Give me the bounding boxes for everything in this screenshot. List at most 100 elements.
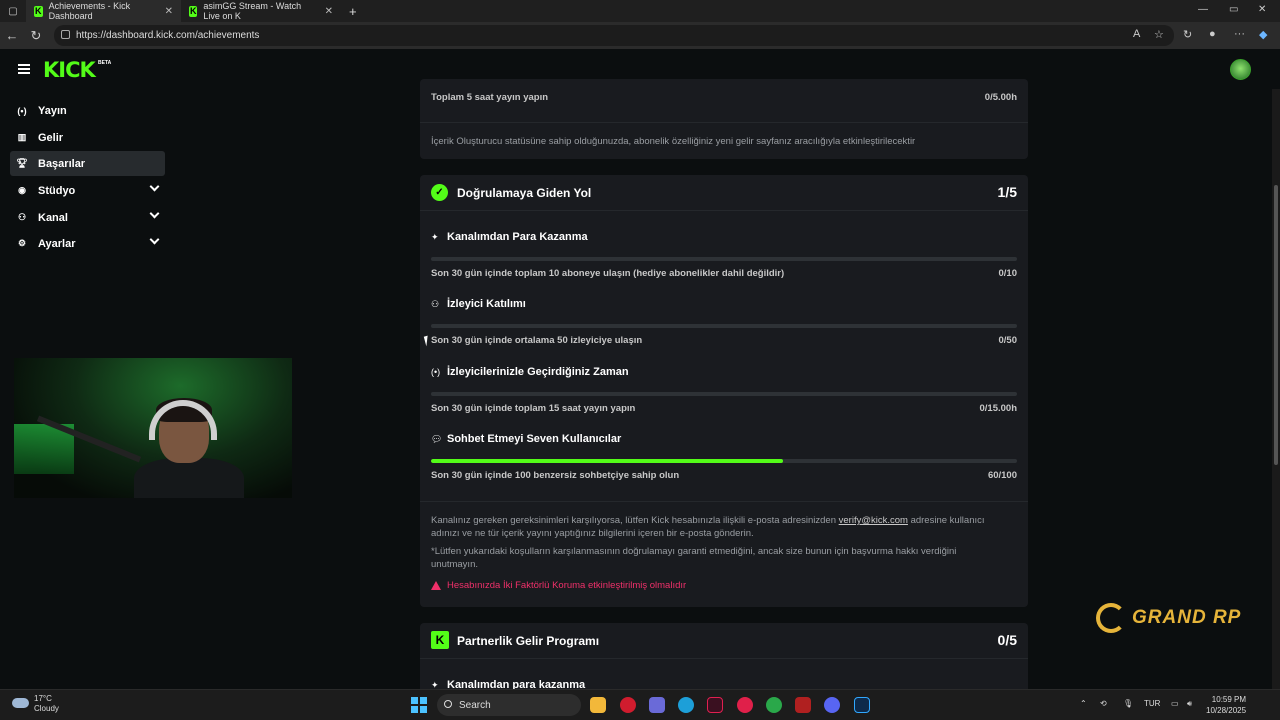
task-description: Son 30 gün içinde toplam 15 saat yayın y… — [431, 403, 636, 414]
maximize-icon[interactable]: ▭ — [1229, 4, 1238, 15]
sidebar-item-basarilar[interactable]: 🏆︎ Başarılar — [10, 151, 165, 176]
two-factor-warning: Hesabınızda İki Faktörlü Koruma etkinleş… — [431, 580, 686, 591]
grand-rp-logo-icon — [1096, 603, 1126, 633]
tab-achievements[interactable]: K Achievements - Kick Dashboard ✕ — [26, 0, 181, 22]
close-window-icon[interactable]: ✕ — [1258, 4, 1266, 15]
close-tab-icon[interactable]: ✕ — [325, 6, 333, 17]
beta-label: BETA — [98, 60, 112, 66]
read-aloud-icon[interactable]: A — [1133, 28, 1140, 40]
task-title: Kanalımdan Para Kazanma — [447, 231, 588, 243]
more-options-icon[interactable]: ··· — [1234, 28, 1245, 40]
edge-icon[interactable] — [678, 697, 694, 713]
weather-widget[interactable]: 17°C Cloudy — [12, 694, 59, 714]
microphone-icon[interactable]: 🎙︎ — [1123, 699, 1133, 708]
favorite-star-icon[interactable]: ☆ — [1154, 28, 1164, 41]
kick-favicon-icon: K — [34, 5, 43, 17]
cloud-icon — [12, 698, 29, 708]
tab-stream[interactable]: K asimGG Stream - Watch Live on K ✕ — [181, 0, 341, 22]
task-title: İzleyici Katılımı — [447, 298, 526, 310]
chevron-up-icon[interactable]: ⌃ — [1080, 699, 1087, 708]
task-progress-value: 60/100 — [987, 470, 1017, 481]
language-indicator[interactable]: TUR — [1144, 699, 1160, 708]
url-field[interactable]: https://dashboard.kick.com/achievements — [54, 25, 1174, 46]
clock[interactable]: 10:59 PM 10/28/2025 — [1206, 694, 1246, 716]
webcam-overlay — [14, 358, 292, 498]
creator-card: Toplam 5 saat yayın yapın 0/5.00h İçerik… — [420, 79, 1028, 159]
task-description: Son 30 gün içinde toplam 10 aboneye ulaş… — [431, 268, 785, 279]
windows-start-icon[interactable] — [411, 697, 427, 713]
creator-note: İçerik Oluşturucu statüsüne sahip olduğu… — [431, 136, 916, 147]
reload-icon[interactable]: ↻ — [24, 28, 48, 44]
verification-disclaimer: *Lütfen yukarıdaki koşulların karşılanma… — [431, 546, 957, 570]
verified-badge-icon: ✓ — [431, 184, 448, 201]
browser-tab-bar: ▢ K Achievements - Kick Dashboard ✕ K as… — [0, 0, 1280, 22]
task-progress-value: 0/15.00h — [979, 403, 1018, 414]
search-icon — [444, 700, 452, 708]
grand-rp-watermark: GRAND RP — [1096, 603, 1241, 633]
back-icon[interactable]: ← — [0, 28, 24, 43]
task-title: İzleyicilerinizle Geçirdiğiniz Zaman — [447, 366, 629, 378]
kick-badge-icon: K — [431, 631, 449, 649]
broadcast-icon: (•) — [17, 105, 27, 116]
section-title: Doğrulamaya Giden Yol — [457, 186, 592, 200]
menu-icon[interactable] — [18, 64, 30, 74]
task-title: Sohbet Etmeyi Seven Kullanıcılar — [447, 433, 622, 445]
app-icon[interactable] — [649, 697, 665, 713]
minimize-icon[interactable]: — — [1198, 4, 1208, 15]
section-count: 0/5 — [997, 632, 1017, 648]
sidebar-item-kanal[interactable]: ⚇ Kanal — [10, 205, 165, 230]
trophy-icon: 🏆︎ — [16, 158, 28, 168]
sync-icon[interactable]: ⟲ — [1100, 699, 1107, 708]
progress-bar — [431, 324, 1017, 328]
chrome-icon[interactable] — [766, 697, 782, 713]
chevron-down-icon[interactable] — [149, 181, 160, 192]
sparkle-icon: ✦ — [431, 232, 439, 242]
windows-taskbar: 17°C Cloudy Search ⌃ ⟲ 🎙︎ TUR ▭ 🔊︎ 10:59… — [0, 689, 1280, 720]
close-tab-icon[interactable]: ✕ — [165, 6, 173, 17]
profile-icon[interactable]: ● — [1209, 28, 1216, 40]
task-progress-value: 0/50 — [998, 335, 1018, 346]
copilot-icon[interactable]: ◆ — [1259, 28, 1267, 41]
section-count: 1/5 — [997, 184, 1017, 200]
file-explorer-icon[interactable] — [590, 697, 606, 713]
app-icon[interactable] — [795, 697, 811, 713]
sidebar-item-studyo[interactable]: ◉ Stüdyo — [10, 178, 165, 203]
kick-favicon-icon: K — [189, 5, 198, 17]
viewers-icon: ⚇ — [431, 299, 440, 309]
kick-logo[interactable]: KICK — [43, 58, 96, 82]
extensions-icon[interactable]: ↻ — [1183, 28, 1192, 41]
avatar[interactable] — [1230, 59, 1251, 80]
media-player-icon[interactable] — [737, 697, 753, 713]
revenue-icon: ▥ — [17, 132, 27, 142]
sidebar-item-label: Gelir — [38, 131, 64, 144]
new-tab-button[interactable]: + — [341, 0, 365, 22]
taskbar-search[interactable]: Search — [437, 694, 581, 716]
scrollbar-thumb[interactable] — [1274, 185, 1278, 465]
verification-instructions: Kanalınız gereken gereksinimleri karşılı… — [431, 515, 985, 539]
task-description: Toplam 5 saat yayın yapın — [431, 92, 549, 103]
chevron-down-icon[interactable] — [149, 234, 160, 245]
photoshop-icon[interactable] — [854, 697, 870, 713]
volume-icon[interactable]: 🔊︎ — [1187, 699, 1192, 709]
task-description: Son 30 gün içinde 100 benzersiz sohbetçi… — [431, 470, 680, 481]
progress-bar — [431, 459, 1017, 463]
chevron-down-icon[interactable] — [149, 208, 160, 219]
task-progress-value: 0/10 — [998, 268, 1018, 279]
sidebar-item-ayarlar[interactable]: ⚙ Ayarlar — [10, 231, 165, 256]
verify-email-link[interactable]: verify@kick.com — [839, 515, 908, 526]
opera-icon[interactable] — [620, 697, 636, 713]
sidebar-item-yayin[interactable]: (•) Yayın — [10, 98, 165, 123]
sidebar-item-gelir[interactable]: ▥ Gelir — [10, 125, 165, 150]
sidebar-item-label: Başarılar — [38, 157, 86, 170]
section-title: Partnerlik Gelir Programı — [457, 634, 600, 648]
verification-card: ✓ Doğrulamaya Giden Yol 1/5 ✦ Kanalımdan… — [420, 175, 1028, 607]
warning-icon — [431, 581, 441, 590]
tab-actions-icon[interactable]: ▢ — [0, 6, 26, 17]
progress-bar — [431, 392, 1017, 396]
network-icon[interactable]: ▭ — [1171, 699, 1179, 708]
progress-bar — [431, 257, 1017, 261]
app-icon[interactable] — [707, 697, 723, 713]
sidebar-item-label: Kanal — [38, 211, 68, 224]
achievements-content: Toplam 5 saat yayın yapın 0/5.00h İçerik… — [420, 79, 1028, 703]
discord-icon[interactable] — [824, 697, 840, 713]
